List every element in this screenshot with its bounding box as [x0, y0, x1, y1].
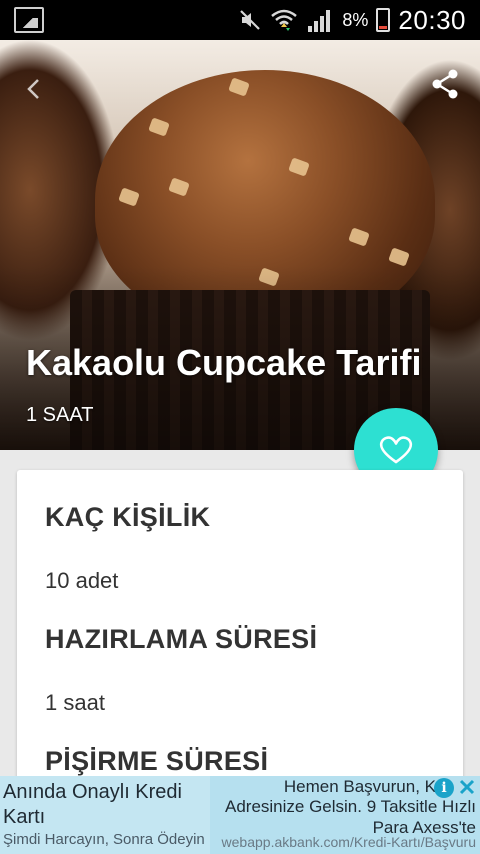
cook-time-label: PİŞİRME SÜRESİ [45, 746, 269, 776]
servings-label: KAÇ KİŞİLİK [45, 502, 211, 532]
status-bar: 8% 20:30 [0, 0, 480, 40]
info-icon[interactable]: i [434, 778, 454, 798]
ad-headline[interactable]: Anında Onaylı Kredi Kartı [3, 780, 203, 830]
heart-icon [379, 436, 413, 464]
gallery-icon [14, 7, 44, 33]
ad-left-panel[interactable]: Anında Onaylı Kredi Kartı Şimdi Harcayın… [0, 776, 210, 854]
prep-time-label: HAZIRLAMA SÜRESİ [45, 624, 318, 654]
battery-icon [376, 8, 391, 32]
servings-value: 10 adet [45, 568, 119, 593]
clock: 20:30 [398, 4, 466, 35]
mute-icon [240, 10, 261, 30]
hero-gradient [0, 40, 480, 450]
ad-right-line2[interactable]: Adresinize Gelsin. 9 Taksitle Hızlı Para… [216, 796, 476, 838]
recipe-duration: 1 SAAT [26, 404, 94, 426]
recipe-details-card: KAÇ KİŞİLİK 10 adet HAZIRLAMA SÜRESİ 1 s… [17, 470, 463, 790]
recipe-title: Kakaolu Cupcake Tarifi [26, 342, 422, 383]
ad-url[interactable]: webapp.akbank.com/Kredi-Kartı/Başvuru [222, 834, 476, 850]
recipe-hero-image: Kakaolu Cupcake Tarifi 1 SAAT [0, 40, 480, 450]
share-icon[interactable] [430, 68, 460, 100]
status-icons: 8% 20:30 [238, 4, 466, 35]
ad-subline[interactable]: Şimdi Harcayın, Sonra Ödeyin [3, 831, 205, 848]
ad-right-line1[interactable]: Hemen Başvurun, K [284, 777, 436, 797]
prep-time-value: 1 saat [45, 690, 105, 715]
wifi-icon [271, 9, 298, 31]
back-arrow-icon[interactable] [22, 76, 48, 102]
battery-percent: 8% [342, 9, 369, 30]
ad-banner[interactable]: Anında Onaylı Kredi Kartı Şimdi Harcayın… [0, 776, 480, 854]
close-icon[interactable] [456, 776, 478, 798]
signal-icon [308, 10, 331, 32]
